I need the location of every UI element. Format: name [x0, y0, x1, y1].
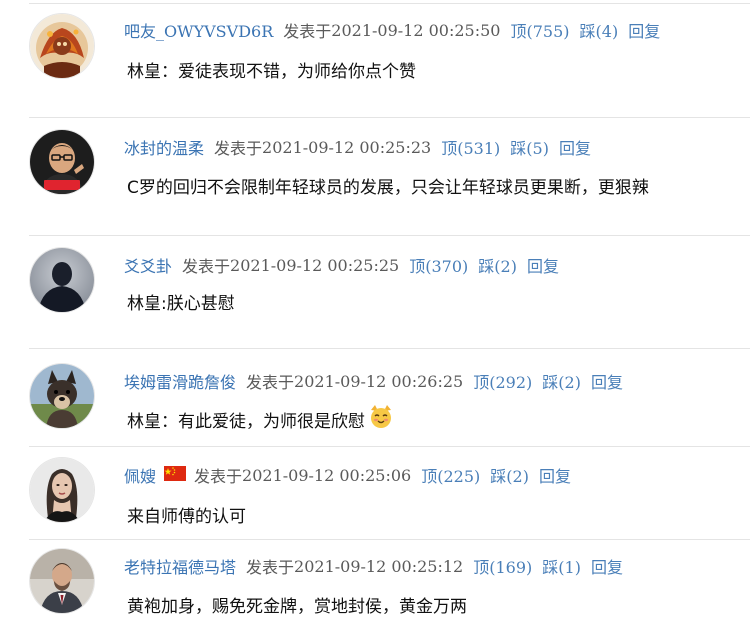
comment-text: 黄袍加身，赐免死金牌，赏地封侯，黄金万两	[127, 596, 467, 617]
user-avatar[interactable]	[30, 549, 94, 613]
reply-button[interactable]: 回复	[591, 554, 623, 578]
upvote-count: (169)	[489, 558, 533, 577]
man-portrait-avatar-icon	[30, 549, 94, 613]
posted-time: 2021-09-12 00:25:12	[294, 556, 464, 576]
comment-item: 老特拉福德马塔 发表于 2021-09-12 00:25:12 顶(169) 踩…	[0, 0, 750, 636]
downvote-label: 踩	[542, 558, 559, 577]
downvote-count: (1)	[558, 558, 581, 577]
upvote-label: 顶	[473, 558, 490, 577]
downvote-button[interactable]: 踩(1)	[542, 554, 581, 578]
upvote-button[interactable]: 顶(169)	[473, 554, 532, 578]
username-link[interactable]: 老特拉福德马塔	[124, 554, 236, 578]
comment-meta: 老特拉福德马塔 发表于 2021-09-12 00:25:12 顶(169) 踩…	[124, 554, 623, 578]
posted-label: 发表于	[246, 558, 295, 577]
